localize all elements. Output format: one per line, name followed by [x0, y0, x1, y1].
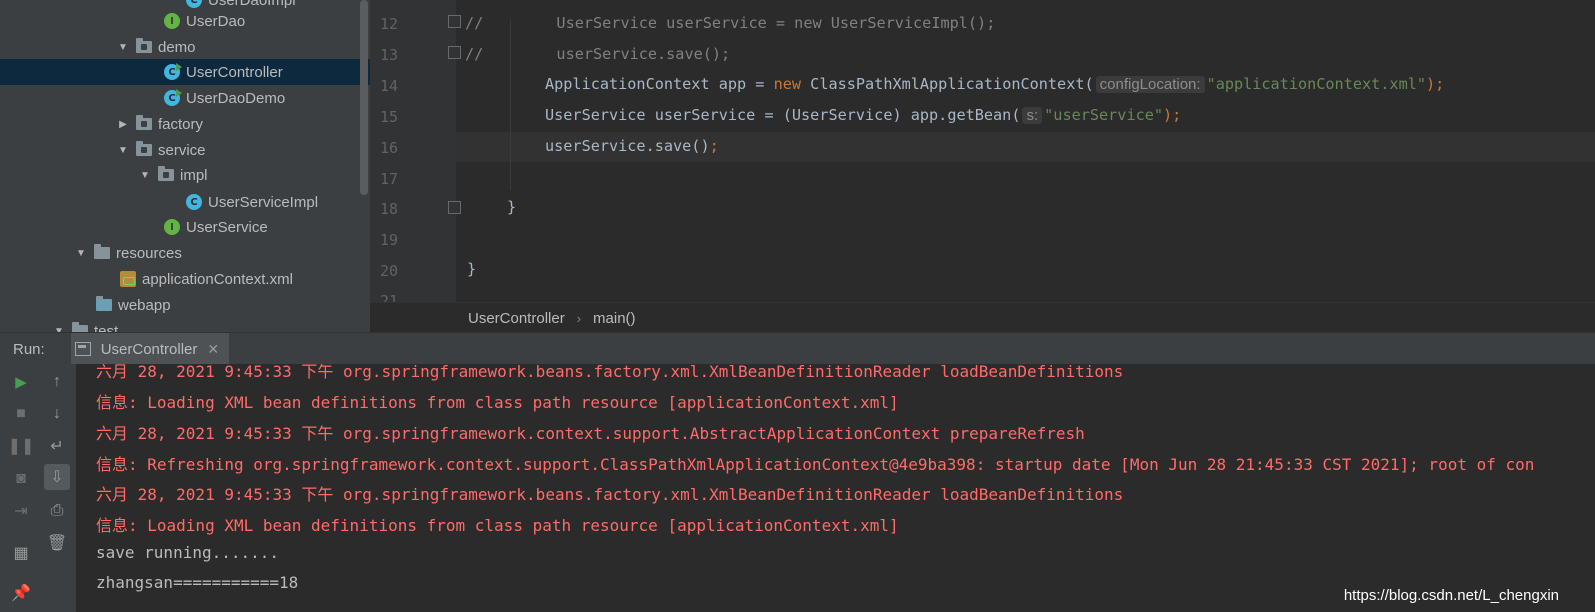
- tree-item-factory[interactable]: ▶ factory: [0, 111, 370, 137]
- console-line: zhangsan===========18: [96, 573, 299, 592]
- scroll-to-end-icon[interactable]: ⇩: [44, 464, 70, 490]
- code-line-14[interactable]: ApplicationContext app = new ClassPathXm…: [545, 75, 1444, 93]
- pause-button[interactable]: ❚❚: [8, 435, 35, 457]
- tree-item-impl[interactable]: ▼ impl: [0, 162, 370, 188]
- breadcrumb-separator-icon: ›: [576, 310, 582, 326]
- package-icon: [136, 141, 152, 156]
- class-run-icon: C: [164, 63, 182, 80]
- chevron-down-icon[interactable]: ▼: [116, 145, 130, 156]
- console-line: 信息: Loading XML bean definitions from cl…: [96, 393, 899, 412]
- chevron-down-icon[interactable]: ▼: [138, 170, 152, 181]
- parameter-hint: s:: [1022, 107, 1043, 124]
- code-line-15[interactable]: UserService userService = (UserService) …: [545, 106, 1181, 124]
- console-line: 六月 28, 2021 9:45:33 下午 org.springframewo…: [96, 485, 1124, 504]
- console-line: 六月 28, 2021 9:45:33 下午 org.springframewo…: [96, 364, 1124, 381]
- fold-marker-icon[interactable]: [448, 46, 461, 59]
- line-number: 20: [379, 262, 398, 280]
- soft-wrap-icon[interactable]: ↵: [46, 435, 68, 457]
- breadcrumb-class[interactable]: UserController: [468, 310, 565, 327]
- exit-icon[interactable]: ⇥: [10, 500, 32, 522]
- package-icon: [158, 166, 174, 181]
- line-number: 15: [379, 108, 398, 126]
- tree-scrollbar[interactable]: [360, 0, 368, 195]
- close-icon[interactable]: ✕: [207, 341, 219, 358]
- down-arrow-icon[interactable]: ↓: [46, 403, 68, 425]
- project-tree: C UserDaoImpl I UserDao ▼ demo C UserCon…: [0, 0, 370, 334]
- console-line: 信息: Refreshing org.springframework.conte…: [96, 455, 1535, 474]
- line-number: 13: [379, 46, 398, 64]
- run-toolbar: ▶ ↑ ■ ↓ ❚❚ ↵ ◙ ⇩ ⇥ ⎙ 🗑 ▦ 📌: [0, 364, 76, 612]
- up-arrow-icon[interactable]: ↑: [46, 371, 68, 393]
- code-line-20[interactable]: }: [467, 260, 476, 278]
- layout-icon[interactable]: ▦: [10, 542, 32, 564]
- console-line: save running.......: [96, 543, 280, 562]
- class-run-icon: C: [164, 89, 182, 106]
- line-number: 21: [379, 292, 398, 302]
- tree-item-applicationcontext-xml[interactable]: applicationContext.xml: [0, 266, 370, 292]
- line-number: 17: [379, 170, 398, 188]
- line-number: 19: [379, 231, 398, 249]
- resources-folder-icon: [94, 244, 110, 259]
- run-tool-header: Run: UserController ✕: [0, 332, 1595, 365]
- tree-item-resources[interactable]: ▼ resources: [0, 240, 370, 266]
- pin-icon[interactable]: 📌: [10, 582, 32, 604]
- run-label: Run:: [13, 340, 45, 358]
- tree-item-usercontroller[interactable]: C UserController: [0, 59, 370, 85]
- run-tab-usercontroller[interactable]: UserController ✕: [70, 333, 230, 365]
- console-window-icon: [74, 342, 91, 356]
- line-number: 12: [379, 15, 398, 33]
- tree-item-demo[interactable]: ▼ demo: [0, 34, 370, 60]
- class-icon: C: [186, 194, 202, 210]
- code-line-18[interactable]: }: [507, 198, 516, 216]
- package-icon: [136, 115, 152, 130]
- tree-item-userservice[interactable]: I UserService: [0, 214, 370, 240]
- chevron-right-icon[interactable]: ▶: [116, 119, 130, 130]
- camera-icon[interactable]: ◙: [10, 468, 32, 490]
- code-line-12[interactable]: // UserService userService = new UserSer…: [465, 14, 995, 32]
- line-number: 14: [379, 77, 398, 95]
- breadcrumb-method[interactable]: main(): [593, 310, 636, 327]
- web-folder-icon: [96, 296, 112, 311]
- console-line: 六月 28, 2021 9:45:33 下午 org.springframewo…: [96, 424, 1085, 443]
- chevron-down-icon[interactable]: ▼: [74, 248, 88, 259]
- tree-item-userserviceimpl[interactable]: C UserServiceImpl: [0, 189, 370, 215]
- code-line-13[interactable]: // userService.save();: [465, 45, 730, 63]
- console-line: 信息: Loading XML bean definitions from cl…: [96, 516, 899, 535]
- line-number: 18: [379, 200, 398, 218]
- tree-item-webapp[interactable]: webapp: [0, 292, 370, 318]
- tree-item-service[interactable]: ▼ service: [0, 137, 370, 163]
- interface-icon: I: [164, 219, 180, 235]
- tree-item-userdaodemo[interactable]: C UserDaoDemo: [0, 85, 370, 111]
- chevron-down-icon[interactable]: ▼: [116, 42, 130, 53]
- console-output[interactable]: 六月 28, 2021 9:45:33 下午 org.springframewo…: [76, 364, 1595, 612]
- watermark: https://blog.csdn.net/L_chengxin: [1343, 587, 1559, 604]
- tree-item-userdao[interactable]: I UserDao: [0, 8, 370, 34]
- rerun-button[interactable]: ▶: [10, 371, 32, 393]
- fold-marker-icon[interactable]: [448, 201, 461, 214]
- code-editor[interactable]: 12 13 14 15 16 17 18 19 20 21 // UserSer…: [370, 0, 1595, 302]
- stop-button[interactable]: ■: [10, 403, 32, 425]
- class-icon: C: [186, 0, 202, 8]
- print-icon[interactable]: ⎙: [46, 500, 68, 522]
- trash-icon[interactable]: 🗑: [46, 532, 68, 554]
- interface-icon: I: [164, 13, 180, 29]
- line-number: 16: [379, 139, 398, 157]
- parameter-hint: configLocation:: [1095, 76, 1205, 93]
- breadcrumb: UserController › main(): [370, 302, 1595, 333]
- code-line-16[interactable]: userService.save();: [545, 137, 719, 155]
- package-icon: [136, 38, 152, 53]
- fold-marker-icon[interactable]: [448, 15, 461, 28]
- xml-file-icon: [120, 271, 136, 287]
